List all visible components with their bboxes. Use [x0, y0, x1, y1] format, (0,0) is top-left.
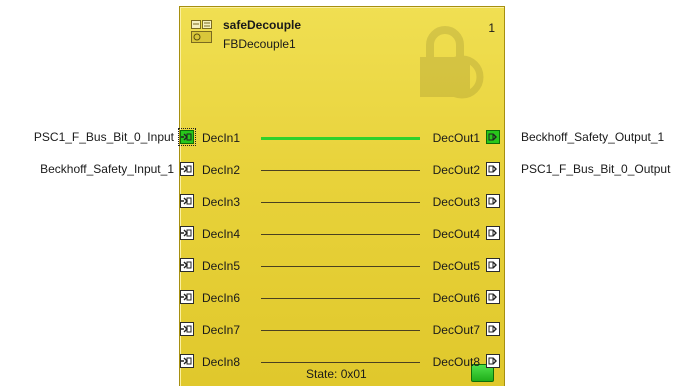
- output-variable-label[interactable]: Beckhoff_Safety_Output_1: [521, 130, 664, 144]
- output-port-icon[interactable]: [486, 130, 500, 144]
- input-port-icon[interactable]: [178, 128, 196, 146]
- pin-row-6: DecIn6 DecOut6: [180, 289, 504, 307]
- input-pin-label: DecIn2: [202, 163, 241, 177]
- output-port-icon[interactable]: [486, 322, 500, 336]
- pin-row-3: DecIn3 DecOut3: [180, 193, 504, 211]
- output-pin-label: DecOut8: [432, 355, 480, 369]
- output-pin-label: DecOut5: [432, 259, 480, 273]
- output-pin-label: DecOut7: [432, 323, 480, 337]
- input-port-icon[interactable]: [180, 226, 194, 240]
- signal-connection-line: [261, 362, 420, 363]
- output-port-icon[interactable]: [486, 354, 500, 368]
- pin-row-7: DecIn7 DecOut7: [180, 321, 504, 339]
- input-port-icon[interactable]: [180, 322, 194, 336]
- output-port-icon[interactable]: [486, 290, 500, 304]
- signal-connection-line: [261, 266, 420, 267]
- input-variable-label[interactable]: PSC1_F_Bus_Bit_0_Input: [34, 130, 174, 144]
- input-pin-label: DecIn7: [202, 323, 241, 337]
- pin-row-4: DecIn4 DecOut4: [180, 225, 504, 243]
- signal-connection-line: [261, 202, 420, 203]
- signal-connection-line: [261, 330, 420, 331]
- output-port-icon[interactable]: [486, 258, 500, 272]
- output-port-icon[interactable]: [486, 194, 500, 208]
- output-port-icon[interactable]: [486, 226, 500, 240]
- function-block-safedecouple[interactable]: safeDecouple FBDecouple1 1 State: 0x01 D…: [178, 6, 505, 386]
- block-index: 1: [488, 21, 495, 35]
- signal-connection-line: [261, 298, 420, 299]
- pin-row-1: DecIn1 DecOut1: [178, 128, 504, 147]
- signal-connection-line: [261, 170, 420, 171]
- input-pin-label: DecIn5: [202, 259, 241, 273]
- output-pin-label: DecOut4: [432, 227, 480, 241]
- output-pin-label: DecOut1: [432, 131, 480, 145]
- input-port-icon[interactable]: [180, 258, 194, 272]
- signal-connection-line: [261, 137, 420, 140]
- input-pin-label: DecIn3: [202, 195, 241, 209]
- output-variable-label[interactable]: PSC1_F_Bus_Bit_0_Output: [521, 162, 670, 176]
- output-port-icon[interactable]: [486, 162, 500, 176]
- pin-row-8: DecIn8 DecOut8: [180, 353, 504, 371]
- input-pin-label: DecIn1: [202, 131, 241, 145]
- output-pin-label: DecOut6: [432, 291, 480, 305]
- input-port-icon[interactable]: [180, 290, 194, 304]
- input-port-icon[interactable]: [180, 194, 194, 208]
- block-instance-name: FBDecouple1: [223, 37, 296, 51]
- input-port-icon[interactable]: [180, 354, 194, 368]
- input-pin-label: DecIn8: [202, 355, 241, 369]
- input-pin-label: DecIn6: [202, 291, 241, 305]
- lock-gear-icon: [420, 26, 484, 99]
- input-variable-label[interactable]: Beckhoff_Safety_Input_1: [40, 162, 174, 176]
- signal-connection-line: [261, 234, 420, 235]
- pin-row-5: DecIn5 DecOut5: [180, 257, 504, 275]
- input-port-icon[interactable]: [180, 162, 194, 176]
- output-pin-label: DecOut3: [432, 195, 480, 209]
- pin-row-2: DecIn2 DecOut2: [180, 161, 504, 179]
- block-type-title: safeDecouple: [223, 18, 302, 32]
- input-pin-label: DecIn4: [202, 227, 241, 241]
- output-pin-label: DecOut2: [432, 163, 480, 177]
- function-block-icon: [191, 20, 212, 43]
